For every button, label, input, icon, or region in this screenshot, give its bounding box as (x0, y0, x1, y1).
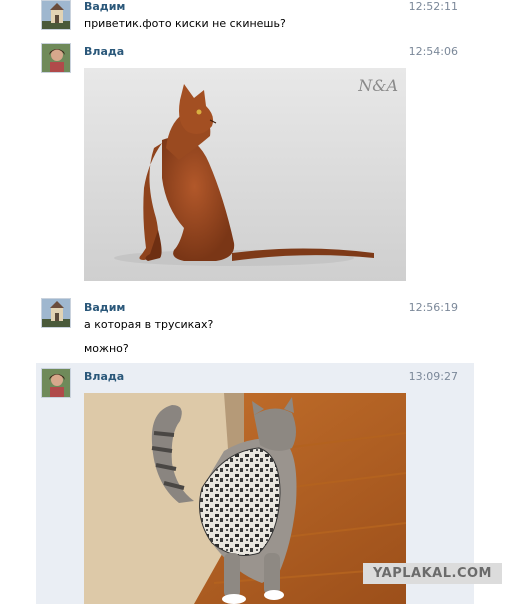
message-text: а которая в трусиках? (84, 318, 214, 331)
author-name[interactable]: Вадим (84, 301, 125, 314)
cat-image (84, 68, 406, 281)
abyssinian-cat-photo[interactable]: N&A (84, 68, 406, 281)
message-text: можно? (84, 342, 129, 355)
message-text: приветик.фото киски не скинешь? (84, 17, 286, 30)
castle-avatar-icon (42, 299, 70, 327)
person-avatar-icon (42, 44, 70, 72)
message-time: 12:52:11 (408, 0, 458, 13)
message-3: Вадим 12:56:19 а которая в трусиках? мож… (36, 298, 474, 356)
avatar-vlada[interactable] (41, 43, 71, 73)
message-time: 13:09:27 (408, 370, 458, 383)
avatar-vadim[interactable] (41, 0, 71, 30)
message-time: 12:56:19 (408, 301, 458, 314)
message-1: Вадим 12:52:11 приветик.фото киски не ск… (36, 0, 474, 40)
author-name[interactable]: Влада (84, 370, 124, 383)
person-avatar-icon (42, 369, 70, 397)
site-watermark: YAPLAKAL.COM (363, 563, 502, 584)
message-2: Влада 12:54:06 N&A (36, 43, 474, 288)
author-name[interactable]: Вадим (84, 0, 125, 13)
avatar-vlada[interactable] (41, 368, 71, 398)
cat-in-underwear-photo[interactable] (84, 393, 406, 604)
photo-mark: N&A (358, 76, 398, 95)
castle-avatar-icon (42, 1, 70, 29)
author-name[interactable]: Влада (84, 45, 124, 58)
cat-image (84, 393, 406, 604)
message-time: 12:54:06 (408, 45, 458, 58)
avatar-vadim[interactable] (41, 298, 71, 328)
